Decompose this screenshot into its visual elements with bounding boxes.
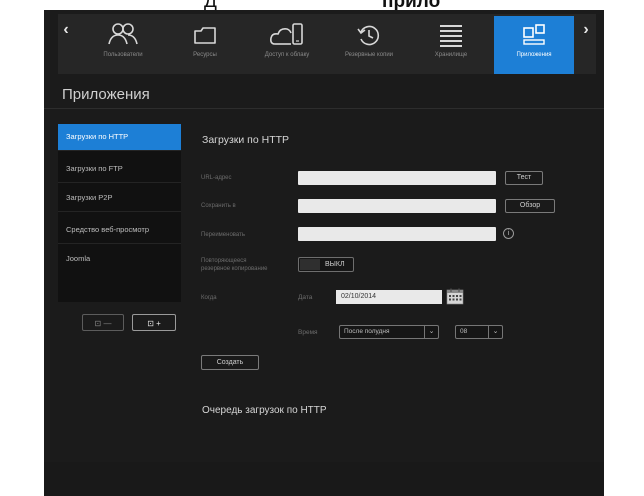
add-app-button[interactable]: ⊡ + [132, 314, 176, 331]
section-title: Загрузки по HTTP [202, 134, 290, 146]
hour-select-value: 08 [460, 328, 468, 335]
users-icon [108, 23, 138, 45]
sidebar-item-http-downloads[interactable]: Загрузки по HTTP [58, 124, 181, 150]
sidebar-separator [58, 243, 181, 244]
when-label: Когда [201, 295, 217, 301]
repeat-backup-label-line2: резервное копирование [201, 266, 268, 272]
history-icon [357, 25, 380, 46]
chevron-down-icon: ⌄ [424, 326, 438, 338]
sidebar-item-ftp-downloads[interactable]: Загрузки по FTP [58, 156, 181, 182]
nav-item-backups[interactable]: Резервные копии [332, 16, 406, 74]
app-footer-area [44, 462, 604, 496]
queue-title: Очередь загрузок по HTTP [202, 405, 327, 416]
chevron-down-icon: ⌄ [488, 326, 502, 338]
hour-select[interactable]: 08 ⌄ [455, 325, 503, 339]
browse-button[interactable]: Обзор [505, 199, 555, 213]
repeat-backup-toggle[interactable]: ВЫКЛ [298, 257, 354, 272]
nav-item-resources[interactable]: Ресурсы [168, 16, 242, 74]
url-label: URL-адрес [201, 175, 232, 181]
toggle-state-label: ВЫКЛ [325, 261, 345, 268]
apps-sidebar: Загрузки по HTTP Загрузки по FTP Загрузк… [58, 124, 181, 302]
rename-input[interactable] [298, 227, 496, 241]
calendar-icon[interactable] [446, 288, 464, 305]
nav-next-arrow[interactable]: › [580, 20, 592, 40]
nav-label-resources: Ресурсы [193, 52, 217, 58]
am-pm-select[interactable]: После полудня ⌄ [339, 325, 439, 339]
save-to-input[interactable] [298, 199, 496, 213]
nav-label-backups: Резервные копии [344, 52, 394, 58]
page-title: Приложения [62, 86, 150, 103]
cloud-device-icon [270, 23, 303, 45]
am-pm-select-value: После полудня [344, 328, 390, 335]
info-icon[interactable]: i [503, 228, 514, 239]
remove-app-button[interactable]: ⊡ — [82, 314, 124, 331]
sidebar-separator [58, 150, 181, 151]
nav-item-cloud-access[interactable]: Доступ к облаку [250, 16, 324, 74]
nav-label-users: Пользователи [103, 52, 143, 58]
sidebar-item-joomla[interactable]: Joomla [58, 246, 181, 272]
nav-item-apps[interactable]: Приложения [494, 16, 574, 74]
rename-label: Переименовать [201, 232, 245, 238]
repeat-backup-label-line1: Повторяющееся [201, 258, 247, 264]
nav-label-cloud-access: Доступ к облаку [264, 52, 310, 58]
date-input[interactable]: 02/10/2014 [336, 290, 442, 304]
nav-item-storage[interactable]: Хранилище [414, 16, 488, 74]
sidebar-separator [58, 182, 181, 183]
url-input[interactable] [298, 171, 496, 185]
header-divider [44, 108, 604, 109]
date-label: Дата [298, 294, 313, 301]
toggle-knob [300, 259, 320, 270]
time-label: Время [298, 329, 318, 336]
nav-label-apps: Приложения [516, 52, 552, 58]
sidebar-item-p2p-downloads[interactable]: Загрузки P2P [58, 185, 181, 211]
nav-prev-arrow[interactable]: ‹ [60, 20, 72, 40]
test-button[interactable]: Тест [505, 171, 543, 185]
storage-lines-icon [440, 25, 462, 47]
save-to-label: Сохранить в [201, 203, 236, 209]
nav-item-users[interactable]: Пользователи [86, 16, 160, 74]
sidebar-separator [58, 211, 181, 212]
apps-icon [523, 24, 545, 45]
create-button[interactable]: Создать [201, 355, 259, 370]
folder-icon [194, 27, 216, 44]
sidebar-item-web-viewer[interactable]: Средство веб-просмотр [58, 217, 181, 243]
nav-label-storage: Хранилище [434, 52, 468, 58]
